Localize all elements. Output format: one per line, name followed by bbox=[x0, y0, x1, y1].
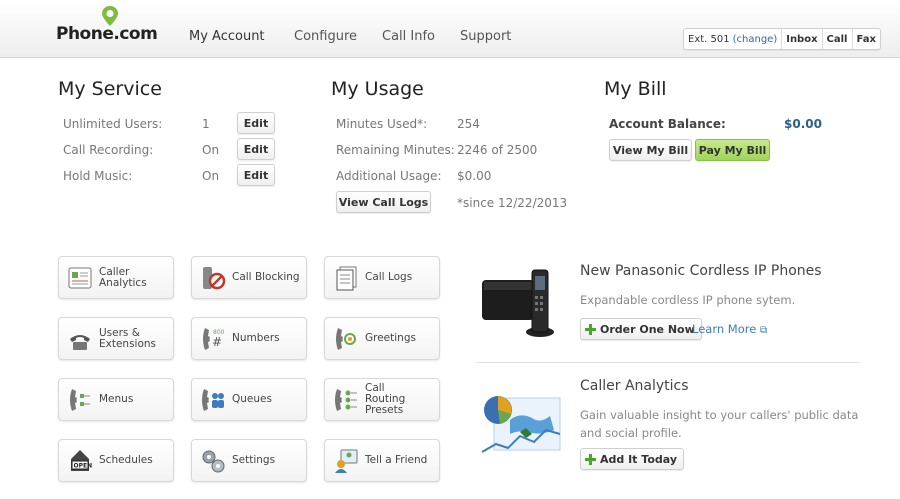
order-one-now-label: Order One Now bbox=[600, 322, 695, 336]
svg-text:800: 800 bbox=[213, 329, 225, 336]
tile-label: Schedules bbox=[99, 454, 153, 466]
fax-button[interactable]: Fax bbox=[853, 29, 880, 49]
settings-icon bbox=[202, 450, 225, 472]
tile-label: Queues bbox=[232, 393, 272, 405]
tile-label: Caller Analytics bbox=[99, 265, 147, 289]
tile-call-blocking[interactable]: Call Blocking bbox=[191, 256, 307, 299]
call-logs-icon bbox=[336, 266, 357, 290]
queues-icon bbox=[202, 388, 224, 411]
add-it-today-button[interactable]: Add It Today bbox=[580, 448, 684, 470]
tile-label: Numbers bbox=[232, 332, 280, 344]
tile-schedules[interactable]: OPEN Schedules bbox=[58, 439, 174, 482]
tile-numbers[interactable]: #800 Numbers bbox=[191, 317, 307, 360]
extension-toolbar: Ext. 501 (change) Inbox Call Fax bbox=[683, 28, 881, 50]
view-my-bill-button[interactable]: View My Bill bbox=[609, 139, 692, 161]
unlimited-users-label: Unlimited Users: bbox=[63, 117, 163, 131]
tile-label: Call Logs bbox=[365, 271, 413, 283]
logo[interactable]: Phone.com bbox=[56, 24, 158, 44]
order-one-now-button[interactable]: Order One Now bbox=[580, 318, 702, 340]
account-balance-value: $0.00 bbox=[784, 117, 822, 131]
nav-support[interactable]: Support bbox=[460, 29, 511, 44]
promo-panasonic-desc: Expandable cordless IP phone sytem. bbox=[580, 293, 796, 307]
my-service-title: My Service bbox=[58, 78, 162, 100]
menus-icon bbox=[70, 388, 90, 411]
my-usage-title: My Usage bbox=[331, 78, 424, 100]
additional-usage-value: $0.00 bbox=[457, 169, 492, 183]
my-bill-title: My Bill bbox=[604, 78, 667, 100]
nav-my-account[interactable]: My Account bbox=[189, 29, 265, 44]
caller-analytics-icon bbox=[68, 267, 92, 288]
tile-label: Settings bbox=[232, 454, 276, 466]
tile-settings[interactable]: Settings bbox=[191, 439, 307, 482]
hold-music-value: On bbox=[202, 169, 220, 183]
users-phone-icon bbox=[70, 334, 90, 350]
add-it-today-label: Add It Today bbox=[600, 452, 677, 466]
inbox-button[interactable]: Inbox bbox=[782, 29, 823, 49]
remaining-minutes-value: 2246 of 2500 bbox=[457, 143, 538, 157]
cordless-phone-image bbox=[482, 269, 554, 337]
hold-music-label: Hold Music: bbox=[63, 169, 133, 183]
call-routing-icon bbox=[335, 388, 357, 411]
promo-divider bbox=[476, 362, 860, 363]
minutes-used-label: Minutes Used*: bbox=[336, 117, 428, 131]
minutes-used-value: 254 bbox=[457, 117, 480, 131]
nav-call-info[interactable]: Call Info bbox=[382, 29, 435, 44]
tile-label: Call Routing Presets bbox=[365, 382, 406, 416]
unlimited-users-value: 1 bbox=[202, 117, 210, 131]
promo-analytics-desc: Gain valuable insight to your callers' p… bbox=[580, 408, 859, 440]
promo-panasonic-title: New Panasonic Cordless IP Phones bbox=[580, 263, 822, 279]
schedules-icon: OPEN bbox=[71, 449, 93, 471]
remaining-minutes-label: Remaining Minutes: bbox=[336, 143, 455, 157]
tile-label: Users & Extensions bbox=[99, 326, 157, 350]
edit-users-button[interactable]: Edit bbox=[237, 112, 275, 134]
learn-more-link[interactable]: Learn More ⧉ bbox=[692, 322, 767, 336]
additional-usage-label: Additional Usage: bbox=[336, 169, 442, 183]
tile-tell-a-friend[interactable]: Tell a Friend bbox=[324, 439, 440, 482]
promo-analytics-title: Caller Analytics bbox=[580, 378, 689, 394]
svg-text:#: # bbox=[212, 335, 222, 349]
svg-text:OPEN: OPEN bbox=[74, 462, 93, 469]
tile-call-routing-presets[interactable]: Call Routing Presets bbox=[324, 378, 440, 421]
tile-queues[interactable]: Queues bbox=[191, 378, 307, 421]
call-button[interactable]: Call bbox=[823, 29, 853, 49]
tile-label: Call Blocking bbox=[232, 271, 300, 283]
tell-a-friend-icon bbox=[335, 449, 358, 473]
tile-label: Greetings bbox=[365, 332, 416, 344]
call-blocking-icon bbox=[203, 266, 226, 289]
account-balance-label: Account Balance: bbox=[609, 117, 726, 131]
tile-menus[interactable]: Menus bbox=[58, 378, 174, 421]
pay-my-bill-button[interactable]: Pay My Bill bbox=[695, 139, 770, 161]
view-call-logs-button[interactable]: View Call Logs bbox=[336, 191, 431, 213]
external-link-icon: ⧉ bbox=[759, 325, 768, 336]
call-recording-value: On bbox=[202, 143, 220, 157]
tile-users-extensions[interactable]: Users & Extensions bbox=[58, 317, 174, 360]
caller-analytics-image bbox=[481, 396, 561, 453]
tile-call-logs[interactable]: Call Logs bbox=[324, 256, 440, 299]
plus-icon bbox=[585, 323, 596, 335]
nav-configure[interactable]: Configure bbox=[294, 29, 357, 44]
numbers-icon: #800 bbox=[203, 327, 225, 350]
learn-more-label: Learn More bbox=[692, 322, 757, 336]
tile-label: Tell a Friend bbox=[365, 454, 428, 466]
call-recording-label: Call Recording: bbox=[63, 143, 154, 157]
edit-recording-button[interactable]: Edit bbox=[237, 138, 275, 160]
plus-icon bbox=[585, 453, 596, 465]
extension-label: Ext. 501 (change) bbox=[684, 29, 783, 49]
tile-caller-analytics[interactable]: Caller Analytics bbox=[58, 256, 174, 299]
greetings-icon bbox=[336, 327, 356, 350]
tile-label: Menus bbox=[99, 393, 134, 405]
change-extension-link[interactable]: (change) bbox=[733, 34, 778, 45]
usage-since-note: *since 12/22/2013 bbox=[457, 196, 568, 210]
tile-greetings[interactable]: Greetings bbox=[324, 317, 440, 360]
edit-hold-music-button[interactable]: Edit bbox=[237, 164, 275, 186]
